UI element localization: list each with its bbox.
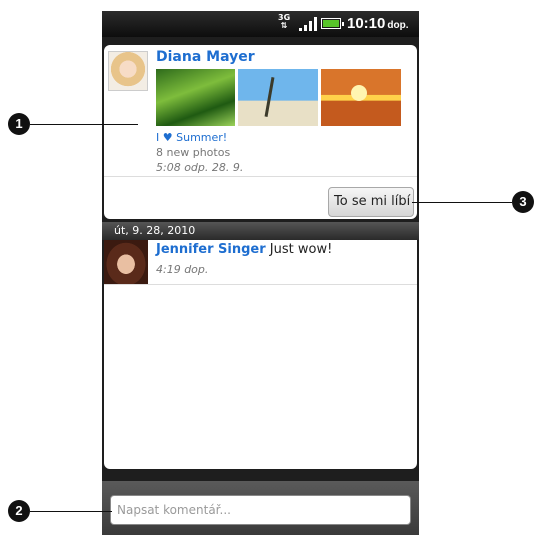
photo-count: 8 new photos [156,146,231,159]
comment-text: Just wow! [269,242,333,257]
clock: 10:10 dop. [347,15,408,32]
date-header: út, 9. 28, 2010 [102,222,419,240]
avatar[interactable] [104,240,148,284]
callout-3: 3 [512,191,534,213]
clock-ampm: dop. [387,20,409,31]
album-title[interactable]: I ♥ Summer! [156,131,227,144]
network-3g-icon: 3G ⇅ [278,13,291,30]
comment-input-bar [102,481,419,535]
callout-2: 2 [8,500,30,522]
album-photo[interactable] [156,69,235,126]
comment-timestamp: 4:19 dop. [156,263,209,276]
album-photo[interactable] [238,69,318,126]
callout-line [30,511,112,512]
comment-author[interactable]: Jennifer Singer [156,242,266,257]
phone-screen: 3G ⇅ 10:10 dop. Diana Mayer I ♥ Summer! 8… [102,11,419,535]
comment-line: Jennifer Singer Just wow! [156,242,332,257]
comment-card: Jennifer Singer Just wow! 4:19 dop. [104,240,417,469]
callout-1: 1 [8,113,30,135]
heart-icon: ♥ [162,131,173,144]
callout-line [30,124,138,125]
comment-input[interactable] [110,495,411,525]
status-bar: 3G ⇅ 10:10 dop. [102,11,419,37]
callout-line [412,202,512,203]
divider [104,176,417,177]
album-photo[interactable] [321,69,401,126]
like-button[interactable]: To se mi líbí [328,187,414,217]
battery-icon [321,18,344,29]
post-author[interactable]: Diana Mayer [156,49,255,65]
post-card: Diana Mayer I ♥ Summer! 8 new photos 5:0… [104,45,417,219]
post-timestamp: 5:08 odp. 28. 9. [156,161,244,174]
divider [104,284,417,285]
clock-time: 10:10 [347,15,386,32]
avatar[interactable] [108,51,148,91]
signal-icon [299,17,317,31]
